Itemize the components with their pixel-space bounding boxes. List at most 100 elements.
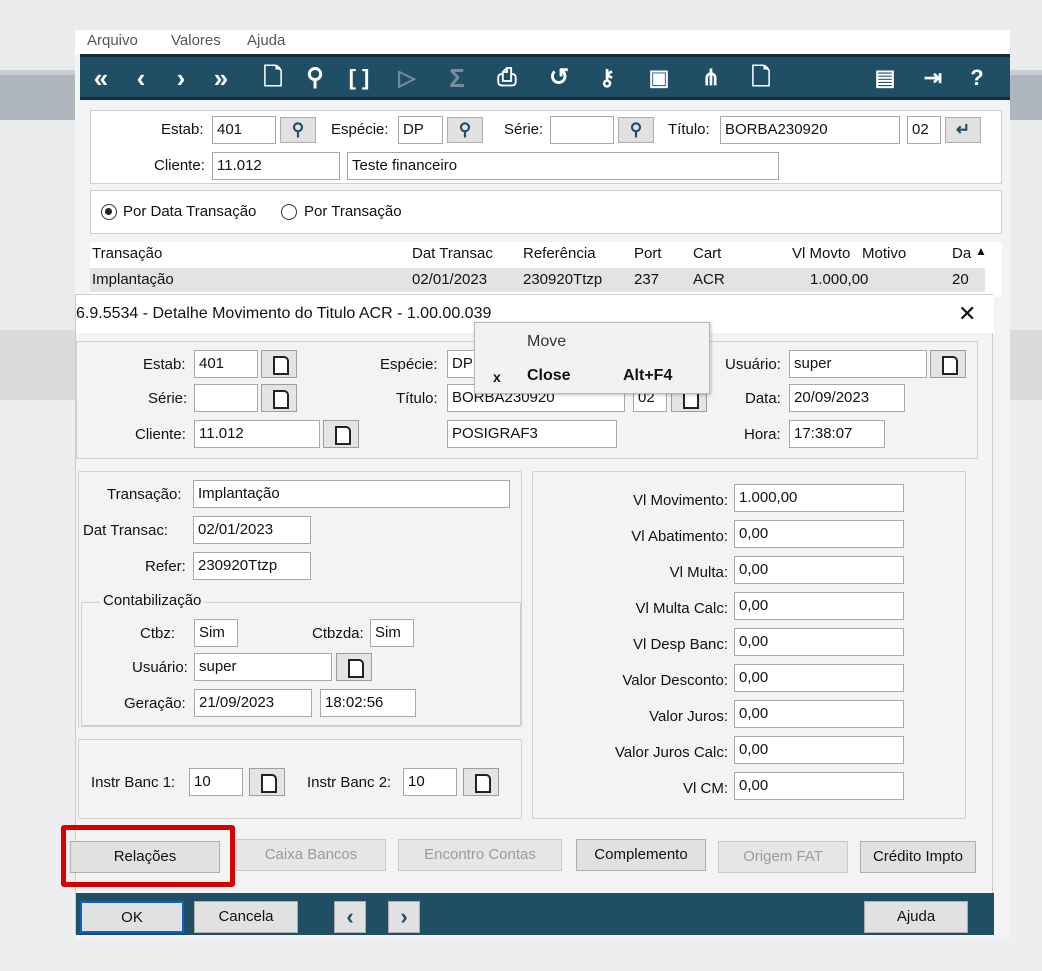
highlight-box <box>61 825 235 887</box>
parcela-input[interactable]: 02 <box>907 116 941 144</box>
menu-arquivo[interactable]: Arquivo <box>87 32 138 49</box>
vl-desp-banc-label: Vl Desp Banc: <box>632 636 728 653</box>
radio-por-data-transacao[interactable] <box>101 204 117 220</box>
instr-banc-1-detail-icon[interactable] <box>249 768 285 796</box>
vl-multa-calc-field: 0,00 <box>734 592 904 620</box>
complemento-button[interactable]: Complemento <box>576 839 706 871</box>
serie-detail-icon[interactable] <box>261 384 297 412</box>
hora-label: Hora: <box>744 426 781 443</box>
close-x-icon: x <box>493 369 501 385</box>
menu-item-move[interactable]: Move <box>527 333 566 351</box>
cell-referencia: 230920Ttzp <box>523 271 603 288</box>
cell-dat-transac: 02/01/2023 <box>412 271 488 288</box>
hierarchy-icon[interactable]: ⋔ <box>694 61 728 95</box>
geracao-time-field: 18:02:56 <box>320 689 416 717</box>
instr-banc-1-field: 10 <box>189 768 243 796</box>
vl-cm-label: Vl CM: <box>683 780 728 797</box>
estab-detail-icon[interactable] <box>261 350 297 378</box>
menu-item-close[interactable]: Close <box>527 367 571 385</box>
instrucao-group: Instr Banc 1: 10 Instr Banc 2: 10 <box>78 739 522 819</box>
previous-icon[interactable]: ‹ <box>334 901 366 933</box>
col-port[interactable]: Port <box>634 245 662 262</box>
instr-banc-2-label: Instr Banc 2: <box>307 774 392 791</box>
col-da[interactable]: Da <box>952 245 971 262</box>
hora-field: 17:38:07 <box>789 420 885 448</box>
dialog-title: 6.9.5534 - Detalhe Movimento do Titulo A… <box>76 305 492 322</box>
geracao-date-field: 21/09/2023 <box>194 689 312 717</box>
caixa-bancos-button: Caixa Bancos <box>236 839 386 871</box>
background-strip <box>1010 75 1042 120</box>
estab-input[interactable]: 401 <box>212 116 276 144</box>
radio-por-transacao-label: Por Transação <box>304 203 402 220</box>
table-row[interactable]: Implantação 02/01/2023 230920Ttzp 237 AC… <box>90 268 985 292</box>
cliente-label: Cliente: <box>154 157 205 174</box>
serie-label: Série: <box>504 121 544 138</box>
especie-input[interactable]: DP <box>398 116 443 144</box>
titulo-label: Título: <box>668 121 710 138</box>
search-icon[interactable]: ⚲ <box>298 61 332 95</box>
titulo-label: Título: <box>396 390 438 407</box>
estab-label: Estab: <box>143 356 186 373</box>
clipboard-icon[interactable]: ▤ <box>868 61 902 95</box>
cliente-detail-icon[interactable] <box>323 420 359 448</box>
instr-banc-2-field: 10 <box>403 768 457 796</box>
usuario-detail-icon[interactable] <box>336 653 372 681</box>
close-icon[interactable]: ✕ <box>958 295 976 333</box>
help-icon[interactable]: ? <box>960 61 994 95</box>
cancela-button[interactable]: Cancela <box>194 901 298 933</box>
refer-field: 230920Ttzp <box>193 552 311 580</box>
valor-desconto-field: 0,00 <box>734 664 904 692</box>
cliente-name-field: Teste financeiro <box>347 152 779 180</box>
col-cart[interactable]: Cart <box>693 245 721 262</box>
ajuda-button[interactable]: Ajuda <box>864 901 968 933</box>
usuario-detail-icon[interactable] <box>930 350 966 378</box>
col-dat-transac[interactable]: Dat Transac <box>412 245 493 262</box>
credito-impto-button[interactable]: Crédito Impto <box>860 841 976 873</box>
instr-banc-2-detail-icon[interactable] <box>463 768 499 796</box>
new-document-icon[interactable]: 🗋 <box>256 61 290 95</box>
history-icon[interactable]: ↺ <box>542 61 576 95</box>
titulo-input[interactable]: BORBA230920 <box>720 116 900 144</box>
next-icon[interactable]: › <box>388 901 420 933</box>
document-icon[interactable]: 🗋 <box>744 61 778 95</box>
brackets-icon[interactable]: [ ] <box>342 61 376 95</box>
serie-search-icon[interactable]: ⚲ <box>618 117 654 143</box>
cliente-input[interactable]: 11.012 <box>212 152 340 180</box>
menu-ajuda[interactable]: Ajuda <box>247 32 285 49</box>
contabilizacao-title: Contabilização <box>100 592 205 609</box>
col-transacao[interactable]: Transação <box>92 245 162 262</box>
especie-label: Espécie: <box>380 356 438 373</box>
radio-por-transacao[interactable] <box>281 204 297 220</box>
vl-multa-field: 0,00 <box>734 556 904 584</box>
previous-record-icon[interactable]: ‹ <box>124 61 158 95</box>
scroll-up-icon[interactable]: ▲ <box>975 244 987 258</box>
estab-field: 401 <box>194 350 258 378</box>
cell-cart: ACR <box>693 271 725 288</box>
last-record-icon[interactable]: » <box>204 61 238 95</box>
print-icon[interactable]: ⎙ <box>490 61 524 95</box>
usuario-label: Usuário: <box>725 356 781 373</box>
col-vl-movto[interactable]: Vl Movto <box>792 245 850 262</box>
estab-search-icon[interactable]: ⚲ <box>280 117 316 143</box>
col-motivo[interactable]: Motivo <box>862 245 906 262</box>
next-record-icon[interactable]: › <box>164 61 198 95</box>
cell-transacao: Implantação <box>92 271 174 288</box>
col-referencia[interactable]: Referência <box>523 245 596 262</box>
ctbzda-label: Ctbzda: <box>312 625 364 642</box>
serie-label: Série: <box>148 390 188 407</box>
ok-button[interactable]: OK <box>80 901 184 933</box>
cell-port: 237 <box>634 271 660 288</box>
especie-search-icon[interactable]: ⚲ <box>447 117 483 143</box>
key-icon[interactable]: ⚷ <box>590 61 624 95</box>
radio-panel: Por Data Transação Por Transação <box>90 190 1002 234</box>
money-icon[interactable]: ▣ <box>642 61 676 95</box>
data-field: 20/09/2023 <box>789 384 905 412</box>
estab-label: Estab: <box>161 121 204 138</box>
cell-vl-movto: 1.000,00 <box>810 271 869 288</box>
usuario-label: Usuário: <box>132 659 188 676</box>
exit-icon[interactable]: ⇥ <box>916 61 950 95</box>
first-record-icon[interactable]: « <box>84 61 118 95</box>
serie-input[interactable] <box>550 116 614 144</box>
enter-icon[interactable]: ↵ <box>945 117 981 143</box>
menu-valores[interactable]: Valores <box>171 32 221 49</box>
